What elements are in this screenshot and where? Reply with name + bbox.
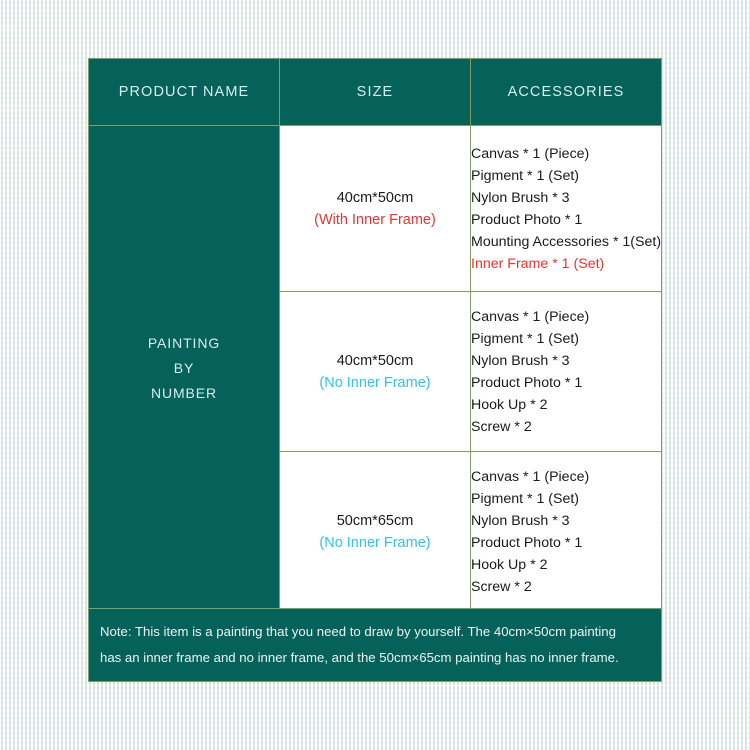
size-value: 40cm*50cm — [336, 352, 414, 369]
size-value: 40cm*50cm — [336, 189, 414, 206]
note-line-1: Note: This item is a painting that you n… — [100, 624, 616, 639]
product-spec-table-container: PRODUCT NAME SIZE ACCESSORIES PAINTING B… — [88, 58, 662, 682]
note-line-2: has an inner frame and no inner frame, a… — [100, 650, 619, 665]
table-row: PAINTING BY NUMBER 40cm*50cm (With Inner… — [88, 125, 662, 612]
accessory-item: Mounting Accessories * 1(Set) — [471, 233, 662, 250]
size-cell: 40cm*50cm (No Inner Frame) — [279, 291, 471, 452]
accessory-item: Screw * 2 — [471, 578, 532, 595]
column-header-product-name: PRODUCT NAME — [88, 58, 280, 126]
note-band: Note: This item is a painting that you n… — [88, 608, 662, 682]
product-name-cell: PAINTING BY NUMBER — [88, 125, 280, 612]
accessory-item: Canvas * 1 (Piece) — [471, 145, 590, 162]
accessory-item: Hook Up * 2 — [471, 396, 548, 413]
size-frame-note: (No Inner Frame) — [319, 374, 431, 391]
table-header-row: PRODUCT NAME SIZE ACCESSORIES — [88, 58, 662, 126]
accessory-item: Product Photo * 1 — [471, 534, 583, 551]
size-frame-note: (With Inner Frame) — [314, 211, 436, 228]
size-value: 50cm*65cm — [336, 512, 414, 529]
accessory-item: Canvas * 1 (Piece) — [471, 308, 590, 325]
size-cell: 40cm*50cm (With Inner Frame) — [279, 125, 471, 292]
accessory-item: Nylon Brush * 3 — [471, 512, 570, 529]
accessory-item-inner-frame: Inner Frame * 1 (Set) — [471, 255, 605, 272]
column-header-accessories: ACCESSORIES — [470, 58, 662, 126]
accessory-item: Screw * 2 — [471, 418, 532, 435]
accessory-item: Pigment * 1 (Set) — [471, 330, 580, 347]
product-name-line-2: BY — [173, 360, 195, 376]
accessory-item: Nylon Brush * 3 — [471, 189, 570, 206]
accessory-item: Canvas * 1 (Piece) — [471, 468, 590, 485]
accessory-item: Hook Up * 2 — [471, 556, 548, 573]
accessory-item: Pigment * 1 (Set) — [471, 167, 580, 184]
accessory-item: Product Photo * 1 — [471, 211, 583, 228]
accessory-item: Product Photo * 1 — [471, 374, 583, 391]
table-body: PAINTING BY NUMBER 40cm*50cm (With Inner… — [88, 125, 662, 612]
product-spec-table: PRODUCT NAME SIZE ACCESSORIES PAINTING B… — [88, 58, 662, 612]
size-cell: 50cm*65cm (No Inner Frame) — [279, 451, 471, 612]
accessories-cell: Canvas * 1 (Piece) Pigment * 1 (Set) Nyl… — [470, 451, 662, 612]
column-header-size: SIZE — [279, 58, 471, 126]
table-header: PRODUCT NAME SIZE ACCESSORIES — [88, 58, 662, 126]
accessories-cell: Canvas * 1 (Piece) Pigment * 1 (Set) Nyl… — [470, 291, 662, 452]
accessory-item: Pigment * 1 (Set) — [471, 490, 580, 507]
product-name-line-3: NUMBER — [150, 385, 218, 401]
accessory-item: Nylon Brush * 3 — [471, 352, 570, 369]
accessories-cell: Canvas * 1 (Piece) Pigment * 1 (Set) Nyl… — [470, 125, 662, 292]
size-frame-note: (No Inner Frame) — [319, 534, 431, 551]
product-name-line-1: PAINTING — [147, 335, 221, 351]
